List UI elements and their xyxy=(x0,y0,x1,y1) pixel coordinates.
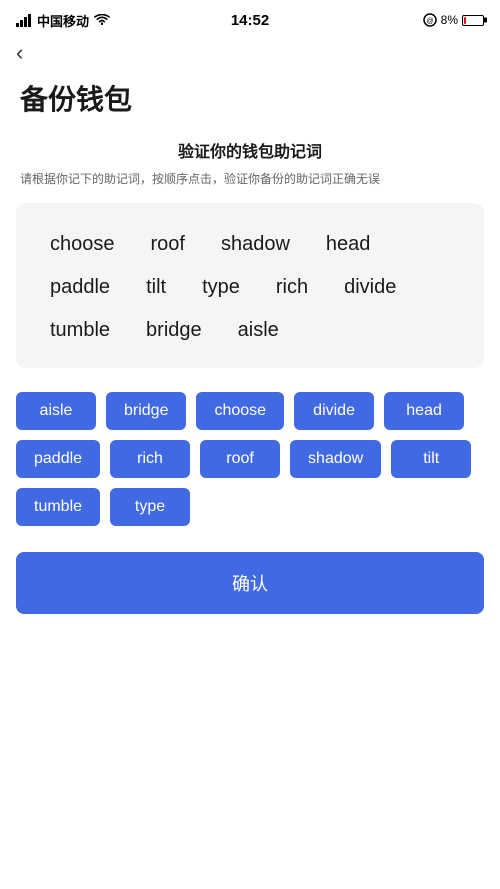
display-word-item: shadow xyxy=(203,223,308,266)
word-button[interactable]: roof xyxy=(200,440,280,478)
word-button[interactable]: bridge xyxy=(106,392,186,430)
status-bar: 中国移动 14:52 @ 8% xyxy=(0,0,500,36)
word-display-box: chooseroofshadowhead paddletilttyperichdi… xyxy=(16,203,484,368)
confirm-btn-wrap: 确认 xyxy=(0,542,500,638)
page-title: 备份钱包 xyxy=(0,74,500,138)
svg-text:@: @ xyxy=(426,18,433,25)
status-right-area: @ 8% xyxy=(423,13,484,27)
word-button[interactable]: head xyxy=(384,392,464,430)
word-button[interactable]: choose xyxy=(196,392,284,430)
display-word-item: head xyxy=(308,223,389,266)
display-word-item: bridge xyxy=(128,309,220,352)
word-button[interactable]: rich xyxy=(110,440,190,478)
wifi-icon xyxy=(94,14,110,27)
signal-icon xyxy=(16,14,32,27)
status-carrier: 中国移动 xyxy=(16,11,110,30)
display-word-item: tumble xyxy=(32,309,128,352)
section-heading: 验证你的钱包助记词 xyxy=(0,138,500,162)
display-word-item: tilt xyxy=(128,266,184,309)
display-word-item: choose xyxy=(32,223,133,266)
word-display-grid: chooseroofshadowhead paddletilttyperichdi… xyxy=(32,223,468,352)
word-button[interactable]: shadow xyxy=(290,440,381,478)
nav-bar: ‹ xyxy=(0,36,500,74)
display-word-item: type xyxy=(184,266,258,309)
display-word-item: paddle xyxy=(32,266,128,309)
word-button[interactable]: divide xyxy=(294,392,374,430)
battery-percent-label: 8% xyxy=(441,13,458,27)
confirm-button[interactable]: 确认 xyxy=(16,552,484,614)
battery-icon xyxy=(462,15,484,26)
word-button[interactable]: type xyxy=(110,488,190,526)
back-button[interactable]: ‹ xyxy=(16,42,23,64)
section-desc: 请根据你记下的助记词，按顺序点击，验证你备份的助记词正确无误 xyxy=(0,170,500,189)
word-button[interactable]: paddle xyxy=(16,440,100,478)
word-buttons-area: aisle bridge choose divide head paddle richroo… xyxy=(0,388,500,542)
circle-icon: @ xyxy=(423,13,437,27)
display-word-item: aisle xyxy=(220,309,297,352)
word-button[interactable]: tilt xyxy=(391,440,471,478)
carrier-label: 中国移动 xyxy=(37,11,89,30)
word-button[interactable]: tumble xyxy=(16,488,100,526)
display-word-item: roof xyxy=(133,223,203,266)
display-word-item: rich xyxy=(258,266,326,309)
status-time: 14:52 xyxy=(231,12,269,29)
display-word-item: divide xyxy=(326,266,414,309)
word-button[interactable]: aisle xyxy=(16,392,96,430)
